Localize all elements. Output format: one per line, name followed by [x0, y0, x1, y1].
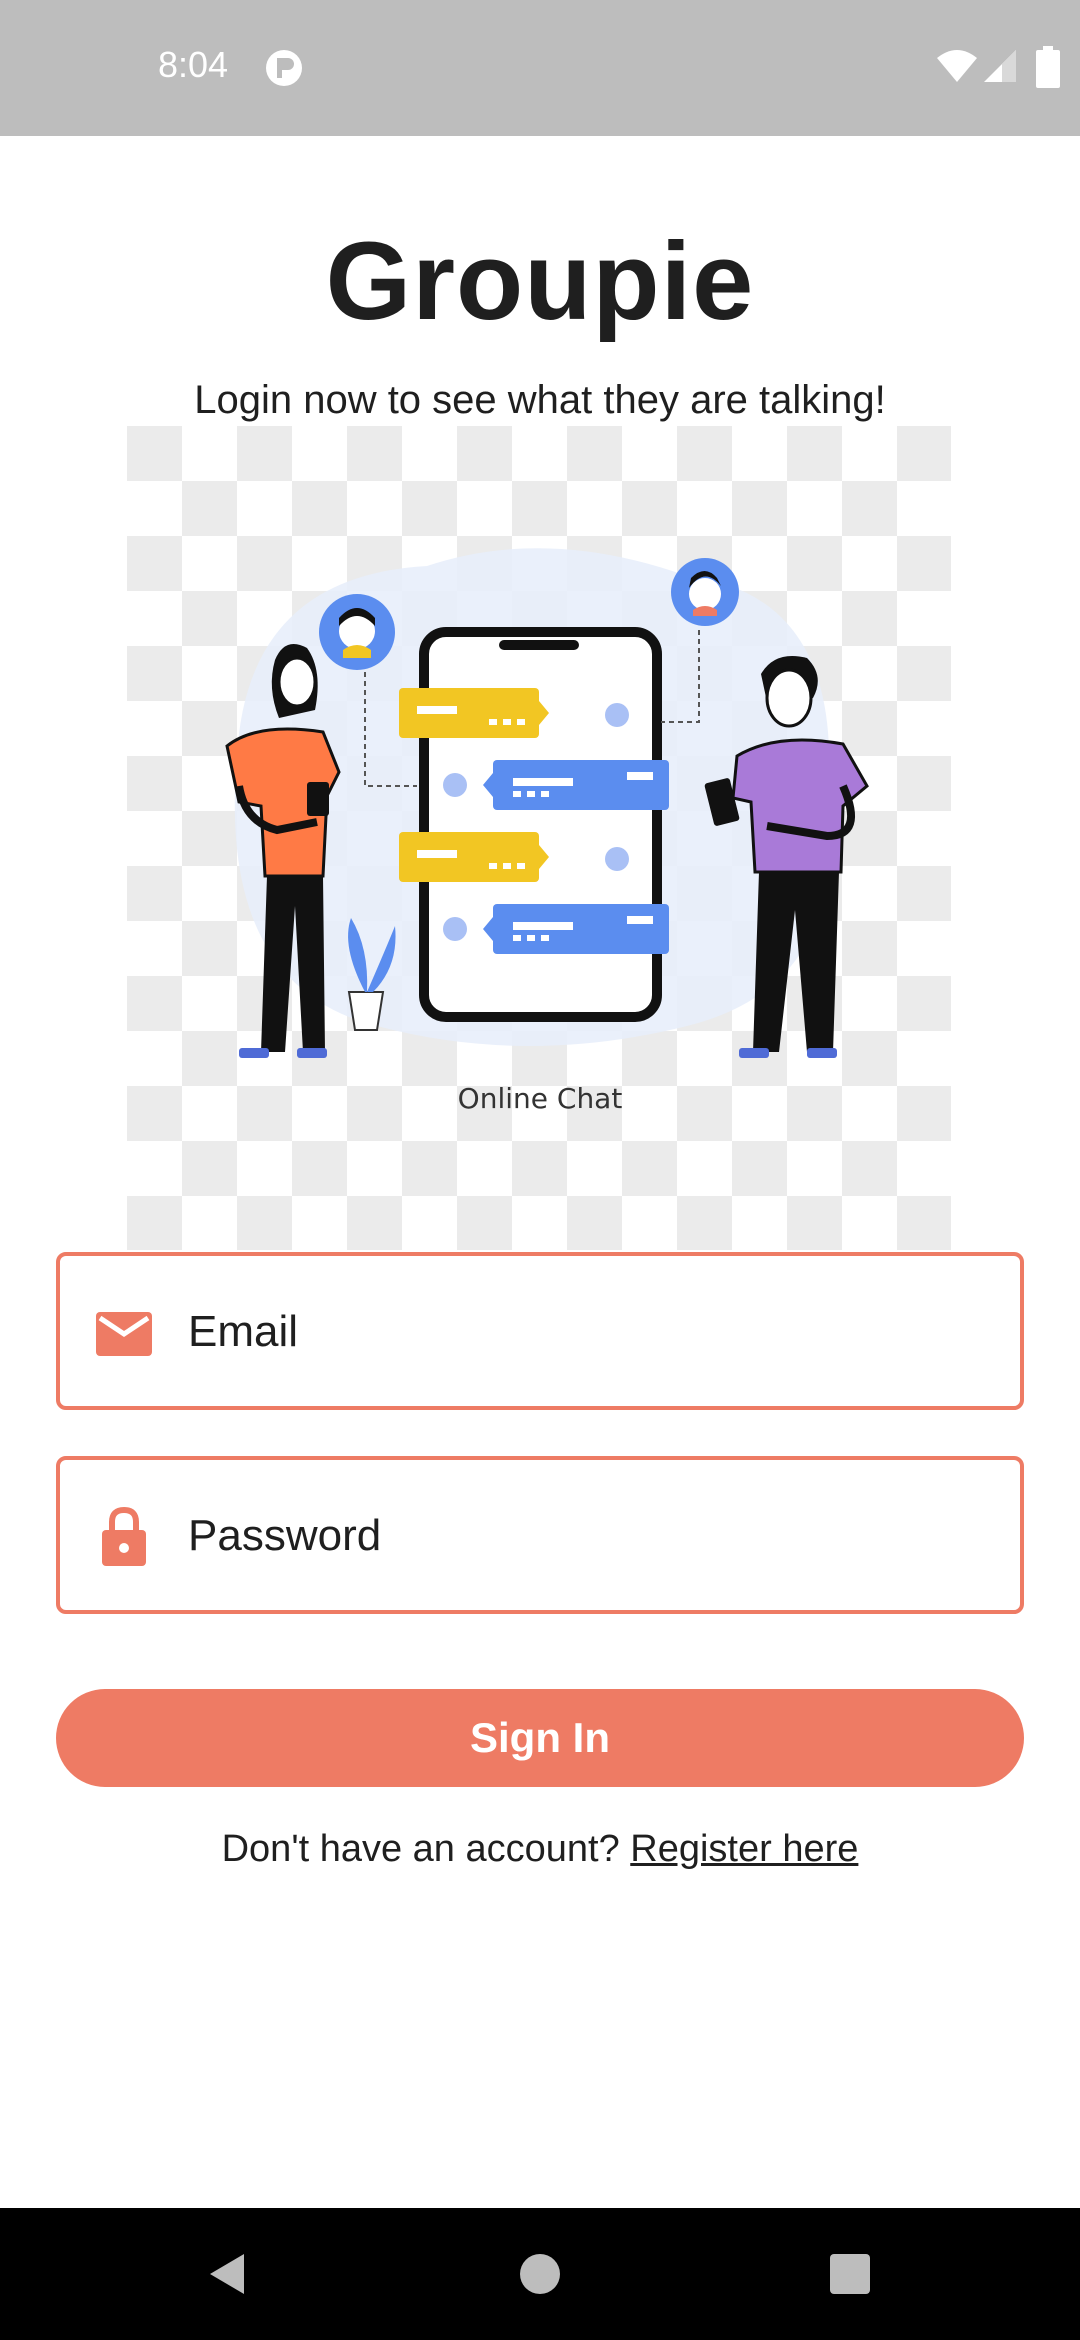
wifi-icon — [937, 50, 977, 82]
app-title: Groupie — [325, 220, 755, 343]
app-subtitle: Login now to see what they are talking! — [194, 378, 886, 422]
status-bar: 8:04 — [0, 0, 1080, 136]
signal-icon — [984, 50, 1016, 82]
navigation-bar — [0, 2208, 1080, 2340]
lock-icon — [102, 1506, 146, 1566]
recents-icon[interactable] — [830, 2254, 870, 2294]
online-chat-illustration — [127, 426, 951, 1250]
status-time: 8:04 — [158, 44, 229, 85]
app-notification-icon — [266, 50, 302, 86]
register-row: Don't have an account? Register here — [0, 1828, 1080, 1871]
email-input[interactable] — [188, 1286, 988, 1378]
home-icon[interactable] — [520, 2254, 560, 2294]
email-field[interactable] — [56, 1252, 1024, 1410]
mail-icon — [96, 1312, 152, 1356]
sign-in-button[interactable]: Sign In — [56, 1689, 1024, 1787]
register-link[interactable]: Register here — [630, 1828, 858, 1870]
register-prompt: Don't have an account? — [221, 1828, 631, 1870]
password-input[interactable] — [188, 1490, 988, 1582]
illustration-caption: Online Chat — [457, 1082, 623, 1115]
back-icon[interactable] — [204, 2250, 252, 2298]
battery-icon — [1036, 46, 1060, 88]
password-field[interactable] — [56, 1456, 1024, 1614]
